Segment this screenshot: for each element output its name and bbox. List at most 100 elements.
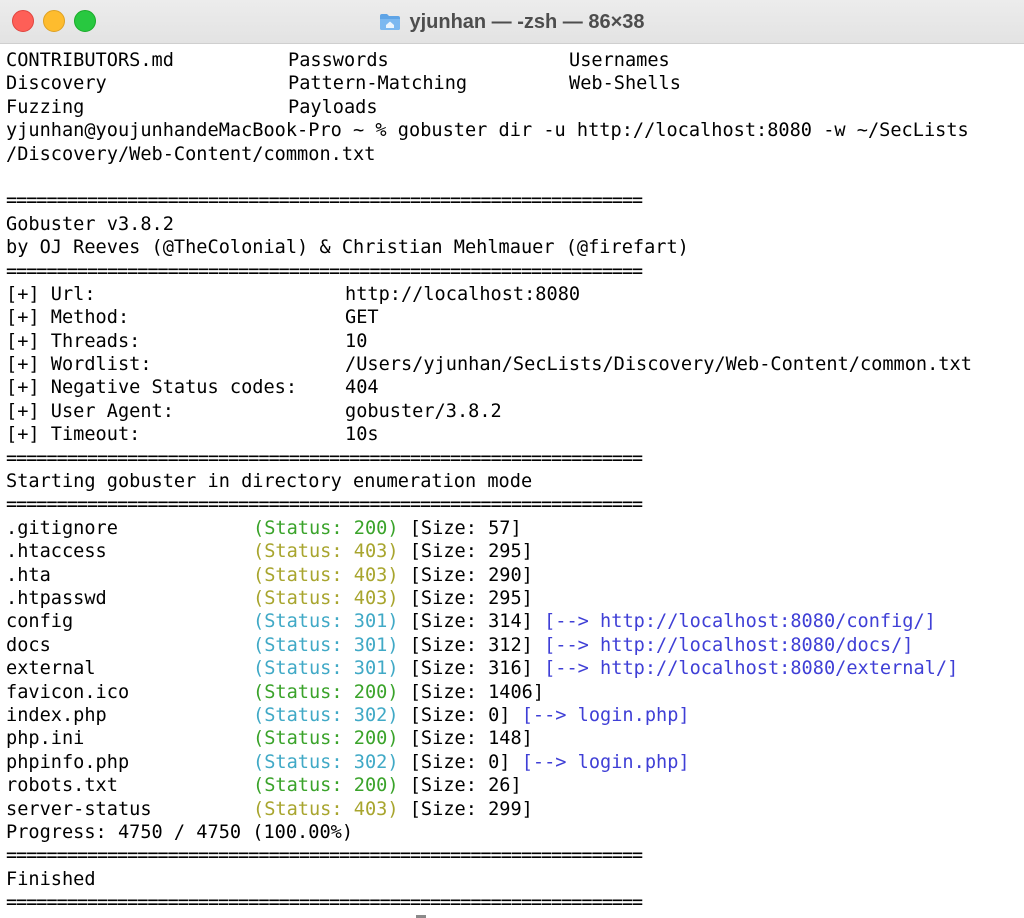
response-size: [Size: 57] xyxy=(409,517,522,539)
response-size: [Size: 290] xyxy=(409,564,533,586)
banner-line: Gobuster v3.8.2 xyxy=(6,213,1018,236)
status-code: (Status: 200) xyxy=(253,681,399,703)
response-size: [Size: 316] xyxy=(409,658,533,680)
status-code: (Status: 200) xyxy=(253,517,399,539)
result-row: external (Status: 301) [Size: 316] [--> h… xyxy=(6,657,1018,680)
separator-line: ========================================… xyxy=(6,891,1018,914)
command-line: yjunhan@youjunhandeMacBook-Pro ~ % gobus… xyxy=(6,119,1018,142)
ls-entry: Pattern-Matching xyxy=(288,73,468,95)
result-row: server-status (Status: 403) [Size: 299] xyxy=(6,798,1018,821)
command-text: yjunhan@youjunhandeMacBook-Pro ~ % gobus… xyxy=(6,120,969,142)
response-size: [Size: 314] xyxy=(409,611,533,633)
result-path: server-status xyxy=(6,798,152,820)
status-code: (Status: 403) xyxy=(253,798,399,820)
result-path: index.php xyxy=(6,704,107,726)
result-path: favicon.ico xyxy=(6,681,130,703)
config-label: [+] Threads: xyxy=(6,330,141,352)
separator-line: ========================================… xyxy=(6,447,1018,470)
config-row: [+] Method: GET xyxy=(6,306,1018,329)
response-size: [Size: 0] xyxy=(409,751,511,773)
redirect-link[interactable]: [--> http://localhost:8080/config/] xyxy=(544,611,936,632)
status-code: (Status: 403) xyxy=(253,587,399,609)
separator: ========================================… xyxy=(6,190,643,212)
ls-entry: Discovery xyxy=(6,73,107,95)
config-label: [+] User Agent: xyxy=(6,400,174,422)
command-text-continued: /Discovery/Web-Content/common.txt xyxy=(6,143,376,165)
terminal-output[interactable]: CONTRIBUTORS.md Passwords Usernames Discove… xyxy=(6,49,1018,918)
status-code: (Status: 403) xyxy=(253,564,399,586)
response-size: [Size: 1406] xyxy=(409,681,545,703)
result-row: favicon.ico (Status: 200) [Size: 1406] xyxy=(6,681,1018,704)
ls-entry: Payloads xyxy=(288,96,378,118)
separator: ========================================… xyxy=(6,892,643,914)
redirect-link[interactable]: [--> http://localhost:8080/docs/] xyxy=(544,635,913,656)
redirect-link[interactable]: [--> login.php] xyxy=(522,705,690,726)
result-path: .hta xyxy=(6,564,51,586)
config-row: [+] Wordlist: /Users/yjunhan/SecLists/Dis… xyxy=(6,353,1018,376)
result-row: index.php (Status: 302) [Size: 0] [--> lo… xyxy=(6,704,1018,727)
separator-line: ========================================… xyxy=(6,260,1018,283)
ls-entry: CONTRIBUTORS.md xyxy=(6,50,174,71)
result-path: docs xyxy=(6,634,51,656)
result-row: docs (Status: 301) [Size: 312] [--> http:… xyxy=(6,634,1018,657)
result-row: .gitignore (Status: 200) [Size: 57] xyxy=(6,517,1018,540)
result-path: external xyxy=(6,658,96,680)
status-code: (Status: 302) xyxy=(253,751,399,773)
result-row: php.ini (Status: 200) [Size: 148] xyxy=(6,727,1018,750)
response-size: [Size: 299] xyxy=(409,798,533,820)
config-label: [+] Negative Status codes: xyxy=(6,377,298,399)
separator: ========================================… xyxy=(6,260,643,282)
separator-line: ========================================… xyxy=(6,493,1018,516)
result-path: .gitignore xyxy=(6,517,118,539)
banner-line: by OJ Reeves (@TheColonial) & Christian … xyxy=(6,236,1018,259)
terminal-window: yjunhan — -zsh — 86×38 CONTRIBUTORS.md Pa… xyxy=(0,0,1024,918)
status-code: (Status: 403) xyxy=(253,541,399,563)
ls-entry: Usernames xyxy=(569,50,670,71)
config-label: [+] Wordlist: xyxy=(6,354,152,376)
separator: ========================================… xyxy=(6,845,643,867)
config-label: [+] Timeout: xyxy=(6,424,141,446)
status-code: (Status: 301) xyxy=(253,611,399,633)
result-path: config xyxy=(6,611,74,633)
result-row: config (Status: 301) [Size: 314] [--> htt… xyxy=(6,610,1018,633)
result-row: phpinfo.php (Status: 302) [Size: 0] [--> … xyxy=(6,751,1018,774)
config-value: http://localhost:8080 xyxy=(345,283,581,305)
finished-line: Finished xyxy=(6,868,1018,891)
config-row: [+] User Agent: gobuster/3.8.2 xyxy=(6,400,1018,423)
starting-message: Starting gobuster in directory enumerati… xyxy=(6,471,533,493)
progress-line: Progress: 4750 / 4750 (100.00%) xyxy=(6,821,1018,844)
response-size: [Size: 295] xyxy=(409,587,533,609)
status-code: (Status: 301) xyxy=(253,634,399,656)
config-value: GET xyxy=(345,307,379,329)
redirect-link[interactable]: [--> http://localhost:8080/external/] xyxy=(544,658,958,679)
banner-authors: by OJ Reeves (@TheColonial) & Christian … xyxy=(6,237,689,259)
redirect-link[interactable]: [--> login.php] xyxy=(522,752,690,773)
status-line: Starting gobuster in directory enumerati… xyxy=(6,470,1018,493)
ls-row: Discovery Pattern-Matching Web-Shells xyxy=(6,72,1018,95)
separator: ========================================… xyxy=(6,447,643,469)
config-label: [+] Method: xyxy=(6,307,130,329)
config-row: [+] Timeout: 10s xyxy=(6,423,1018,446)
response-size: [Size: 0] xyxy=(409,704,511,726)
ls-row: Fuzzing Payloads xyxy=(6,96,1018,119)
result-row: .hta (Status: 403) [Size: 290] xyxy=(6,564,1018,587)
command-line-wrap: /Discovery/Web-Content/common.txt xyxy=(6,143,1018,166)
progress-text: Progress: 4750 / 4750 (100.00%) xyxy=(6,821,354,843)
separator-line: ========================================… xyxy=(6,844,1018,867)
config-row: [+] Threads: 10 xyxy=(6,330,1018,353)
result-path: phpinfo.php xyxy=(6,751,130,773)
ls-entry: Fuzzing xyxy=(6,96,85,118)
separator: ========================================… xyxy=(6,494,643,516)
config-value: 404 xyxy=(345,377,379,399)
title-bar[interactable]: yjunhan — -zsh — 86×38 xyxy=(0,0,1024,44)
ls-entry: Web-Shells xyxy=(569,73,681,95)
title-area: yjunhan — -zsh — 86×38 xyxy=(0,0,1024,44)
config-row: [+] Negative Status codes: 404 xyxy=(6,376,1018,399)
result-row: .htpasswd (Status: 403) [Size: 295] xyxy=(6,587,1018,610)
home-folder-icon xyxy=(379,13,401,31)
ls-row: CONTRIBUTORS.md Passwords Usernames xyxy=(6,49,1018,72)
result-path: .htpasswd xyxy=(6,587,107,609)
status-code: (Status: 301) xyxy=(253,658,399,680)
finished-text: Finished xyxy=(6,868,96,890)
